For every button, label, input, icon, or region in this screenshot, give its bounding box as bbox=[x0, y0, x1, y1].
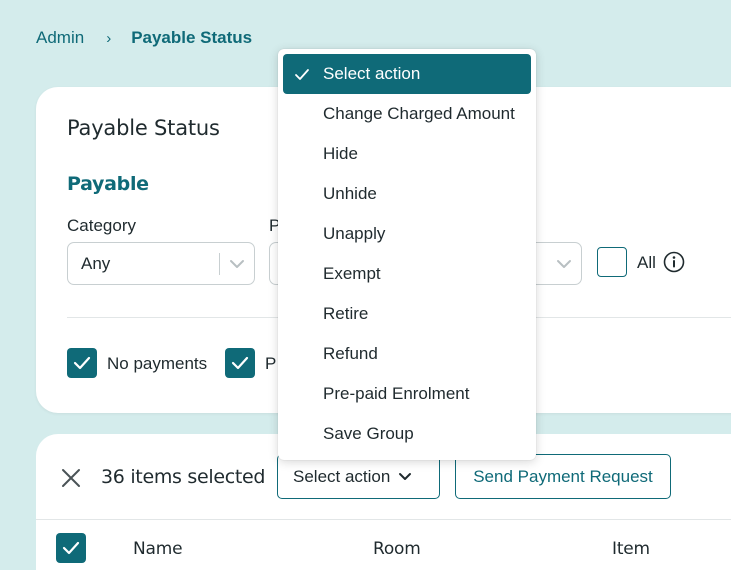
info-icon[interactable] bbox=[663, 251, 685, 278]
menu-item-retire[interactable]: Retire bbox=[283, 294, 531, 334]
menu-item-label: Unhide bbox=[323, 184, 377, 203]
menu-item-label: Unapply bbox=[323, 224, 386, 243]
column-header-name[interactable]: Name bbox=[133, 539, 183, 559]
category-select-value: Any bbox=[81, 253, 111, 273]
chevron-down-icon bbox=[220, 259, 254, 269]
check-icon bbox=[73, 356, 91, 370]
selected-count: 36 items selected bbox=[101, 466, 266, 488]
menu-item-pre-paid-enrolment[interactable]: Pre-paid Enrolment bbox=[283, 374, 531, 414]
menu-item-exempt[interactable]: Exempt bbox=[283, 254, 531, 294]
breadcrumb-separator: › bbox=[106, 29, 112, 47]
chevron-down-icon bbox=[398, 472, 412, 481]
select-all-rows-checkbox[interactable] bbox=[56, 533, 86, 563]
second-checkbox[interactable] bbox=[225, 348, 255, 378]
section-title-payable: Payable bbox=[67, 173, 149, 195]
select-action-label: Select action bbox=[293, 466, 391, 486]
check-icon bbox=[294, 66, 310, 86]
menu-item-label: Retire bbox=[323, 304, 369, 323]
chevron-down-icon bbox=[547, 259, 581, 269]
menu-item-hide[interactable]: Hide bbox=[283, 134, 531, 174]
category-select[interactable]: Any bbox=[67, 242, 255, 285]
select-action-menu: Select action Change Charged Amount Hide… bbox=[278, 49, 536, 460]
menu-item-unapply[interactable]: Unapply bbox=[283, 214, 531, 254]
send-payment-request-button[interactable]: Send Payment Request bbox=[455, 454, 671, 499]
breadcrumb-admin-link[interactable]: Admin bbox=[36, 28, 84, 48]
menu-item-select-action[interactable]: Select action bbox=[283, 54, 531, 94]
breadcrumb-current: Payable Status bbox=[131, 28, 253, 47]
menu-item-label: Change Charged Amount bbox=[323, 104, 515, 123]
no-payments-checkbox[interactable] bbox=[67, 348, 97, 378]
check-icon bbox=[62, 541, 80, 555]
page-title: Payable Status bbox=[67, 116, 220, 140]
menu-item-change-charged-amount[interactable]: Change Charged Amount bbox=[283, 94, 531, 134]
category-label: Category bbox=[67, 216, 136, 235]
column-header-item[interactable]: Item bbox=[612, 539, 650, 559]
column-header-room[interactable]: Room bbox=[373, 539, 421, 559]
close-icon[interactable] bbox=[60, 467, 82, 489]
all-label: All bbox=[637, 253, 656, 272]
menu-item-label: Hide bbox=[323, 144, 358, 163]
second-checkbox-label: P bbox=[265, 354, 277, 373]
no-payments-label: No payments bbox=[107, 354, 208, 373]
menu-item-refund[interactable]: Refund bbox=[283, 334, 531, 374]
menu-item-label: Exempt bbox=[323, 264, 381, 283]
table-header-divider bbox=[36, 519, 731, 520]
menu-item-label: Refund bbox=[323, 344, 378, 363]
menu-item-label: Pre-paid Enrolment bbox=[323, 384, 470, 403]
menu-item-unhide[interactable]: Unhide bbox=[283, 174, 531, 214]
menu-item-label: Save Group bbox=[323, 424, 414, 443]
menu-item-save-group[interactable]: Save Group bbox=[283, 414, 531, 454]
select-action-button[interactable]: Select action bbox=[277, 454, 440, 499]
breadcrumb: Admin › Payable Status bbox=[36, 28, 252, 48]
check-icon bbox=[231, 356, 249, 370]
menu-item-label: Select action bbox=[323, 64, 421, 83]
all-checkbox[interactable] bbox=[597, 247, 627, 277]
